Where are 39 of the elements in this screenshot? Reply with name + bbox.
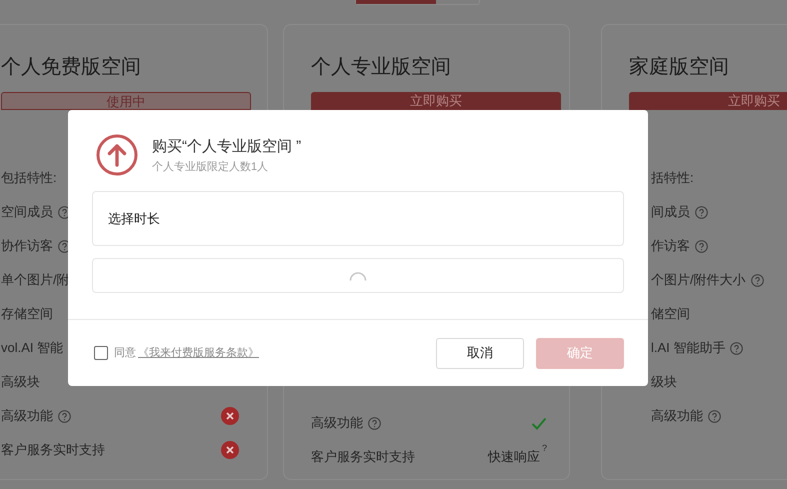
agree-checkbox[interactable] xyxy=(94,346,108,360)
feature-label: 个图片/附件大小 xyxy=(651,271,746,290)
feature-label: vol.AI 智能 xyxy=(1,339,64,358)
plan-button[interactable]: 使用中 xyxy=(1,92,251,110)
cancel-button[interactable]: 取消 xyxy=(436,338,524,368)
feature-label: 单个图片/附 xyxy=(1,271,70,290)
feature-label: 存储空间 xyxy=(1,305,53,324)
dialog-title: 购买“个人专业版空间 ” xyxy=(152,136,302,156)
feature-label: 高级功能 xyxy=(311,414,363,432)
note-mark: ? xyxy=(542,443,547,454)
cross-icon xyxy=(221,407,239,425)
feature-label: 协作访客 xyxy=(1,237,53,256)
cross-icon xyxy=(221,441,239,459)
feature-label: 作访客 xyxy=(651,237,690,256)
plan-title: 家庭版空间 xyxy=(629,55,730,80)
feature-label: 空间成员 xyxy=(1,203,53,222)
dialog-subtitle: 个人专业版限定人数1人 xyxy=(152,160,270,174)
duration-label: 选择时长 xyxy=(108,210,160,228)
feature-label: 客户服务实时支持 xyxy=(1,441,105,460)
feature-label: 级块 xyxy=(651,373,677,392)
feature-label: 储空间 xyxy=(651,305,690,324)
plan-title: 个人专业版空间 xyxy=(311,55,452,80)
agree-label: 同意 xyxy=(114,346,136,361)
feature-label: l.AI 智能助手 xyxy=(651,339,726,358)
feature-label: 高级功能 xyxy=(651,407,703,426)
support-level: 快速响应 xyxy=(488,448,540,466)
feature-label: 高级块 xyxy=(1,373,40,392)
feature-label: 包括特性: xyxy=(1,169,57,188)
feature-label: 括特性: xyxy=(651,169,694,188)
plan-title: 个人免费版空间 xyxy=(1,55,142,80)
plan-button[interactable]: 立即购买 xyxy=(311,92,561,110)
plan-button[interactable]: 立即购买 xyxy=(629,92,787,110)
plan-toggle[interactable] xyxy=(355,0,480,5)
feature-label: 高级功能 xyxy=(1,407,53,426)
feature-label: 间成员 xyxy=(651,203,690,222)
loading-spinner-icon xyxy=(349,270,367,280)
feature-label: 客户服务实时支持 xyxy=(311,448,415,466)
check-icon xyxy=(531,416,547,430)
terms-link[interactable]: 《我来付费版服务条款》 xyxy=(138,344,259,362)
